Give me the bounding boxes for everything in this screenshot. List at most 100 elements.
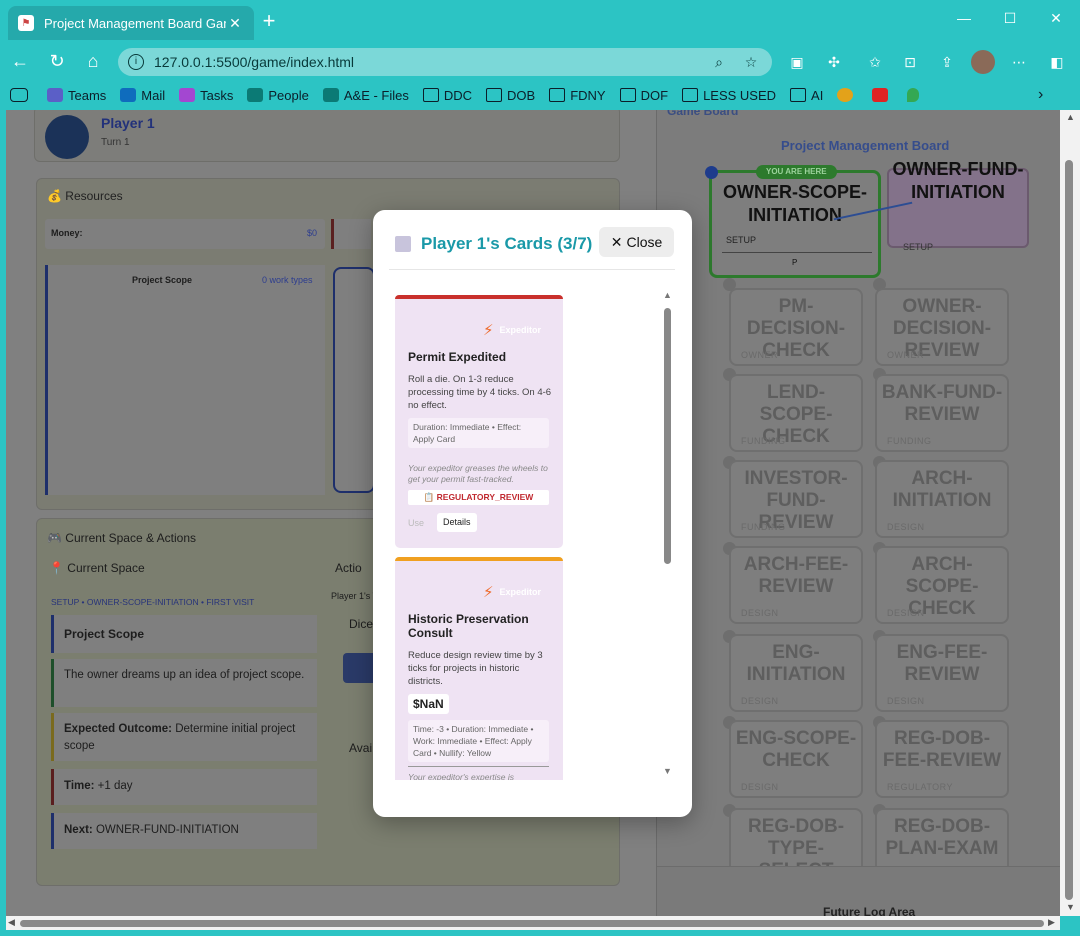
tab-close-icon[interactable]: ✕ [226,15,244,32]
bookmark-dob[interactable]: DOB [486,88,535,103]
board-space[interactable]: BANK-FUND-REVIEW FUNDING [875,374,1009,452]
favorite-star-icon[interactable]: ☆ [740,54,762,71]
cards-scrollbar[interactable]: ▲ ▼ [663,290,673,780]
board-space[interactable]: ARCH-FEE-REVIEW DESIGN [729,546,863,624]
future-log-label: Future Log Area [823,905,916,916]
space-item-outcome: Expected Outcome: Determine initial proj… [51,713,317,761]
share-icon[interactable]: ⇪ [936,52,958,72]
board-title: Project Management Board [781,138,950,153]
bookmark-dof[interactable]: DOF [619,88,668,103]
url-text: 127.0.0.1:5500/game/index.html [154,54,355,70]
bookmark-tasks[interactable]: Tasks [179,88,233,103]
board-space[interactable]: REG-DOB-FEE-REVIEW REGULATORY [875,720,1009,798]
new-tab-icon[interactable]: + [258,10,280,32]
board-space[interactable]: ENG-SCOPE-CHECK DESIGN [729,720,863,798]
bookmark-mail[interactable]: Mail [120,88,165,103]
folder-icon [682,88,699,102]
extension-shield-icon[interactable]: ▣ [786,52,808,72]
bookmark-youtube[interactable] [872,88,893,102]
use-button[interactable]: Use [408,518,424,528]
details-button[interactable]: Details [437,513,477,532]
card-name: Historic Preservation Consult [408,612,529,640]
more-menu-icon[interactable]: ⋯ [1008,52,1030,72]
card-name: Permit Expedited [408,350,507,364]
cards-list: ⚡ Expeditor Permit Expedited Roll a die. … [389,290,675,780]
bookmark-fdny[interactable]: FDNY [549,88,606,103]
board-space[interactable]: OWNER-DECISION-REVIEW OWNER [875,288,1009,366]
space-item-next: Next: OWNER-FUND-INITIATION [51,813,317,849]
current-space-section-title: 🎮 Current Space & Actions [47,531,197,545]
space-owner-scope-initiation[interactable]: YOU ARE HERE OWNER-SCOPE-INITIATION SETU… [709,165,881,278]
board-space[interactable]: ENG-FEE-REVIEW DESIGN [875,634,1009,712]
card-meta: Time: -3 • Duration: Immediate • Work: I… [408,720,549,762]
page-scroll-thumb[interactable] [1065,160,1073,900]
favorites-icon[interactable]: ✩ [864,52,886,72]
space-owner-fund-initiation[interactable]: OWNER-FUND-INITIATION SETUP [887,159,1029,252]
time-row [331,219,371,249]
lightning-icon: ⚡ [482,584,494,601]
bookmark-ai[interactable]: AI [790,88,823,103]
player-avatar [45,115,89,159]
space-item-time: Time: +1 day [51,769,317,805]
youtube-icon [872,88,889,102]
profile-avatar[interactable] [971,50,995,74]
maximize-icon[interactable]: ☐ [998,10,1022,27]
sharepoint-icon [322,88,339,102]
modal-divider [389,269,675,270]
board-space[interactable]: ARCH-INITIATION DESIGN [875,460,1009,538]
cards-scroll-thumb[interactable] [664,308,671,564]
extensions-icon[interactable]: ✣ [823,52,845,72]
bookmark-ddc[interactable]: DDC [422,88,472,103]
card-color-bar [395,557,563,561]
sidebar-toggle-icon[interactable]: ◧ [1046,52,1068,72]
card-permit-expedited[interactable]: ⚡ Expeditor Permit Expedited Roll a die. … [395,295,563,548]
dice-label: Dice [349,617,374,631]
browser-tab-bar: ⚑ Project Management Board Game ✕ + — ☐ … [0,0,1080,44]
player-turn: Turn 1 [101,137,130,148]
reload-icon[interactable]: ↻ [45,50,69,74]
modal-title: Player 1's Cards (3/7) [421,234,593,253]
board-space[interactable]: ARCH-SCOPE-CHECK DESIGN [875,546,1009,624]
bookmark-ae-files[interactable]: A&E - Files [322,88,409,103]
card-meta: Duration: Immediate • Effect: Apply Card [408,418,549,448]
money-row: Money: $0 [45,219,325,249]
zoom-icon[interactable]: ⌕ [708,54,730,71]
player-cards-modal: Player 1's Cards (3/7) ✕ Close ⚡ Expedito… [373,210,692,817]
browser-tab[interactable]: ⚑ Project Management Board Game ✕ [8,6,254,40]
url-input[interactable]: i 127.0.0.1:5500/game/index.html ⌕ ☆ [118,48,772,76]
actions-heading: Actio [335,561,362,575]
bookmarks-more-icon[interactable]: › [1038,86,1043,104]
bookmark-people[interactable]: People [247,88,309,103]
folder-icon [422,88,439,102]
board-space[interactable]: INVESTOR-FUND-REVIEW FUNDING [729,460,863,538]
teams-icon [47,88,63,102]
site-info-icon[interactable]: i [128,54,144,70]
page-vertical-scrollbar[interactable]: ▲ ▼ [1060,110,1080,916]
bookmark-extra-1[interactable] [837,88,858,102]
bookmark-teams[interactable]: Teams [47,88,106,103]
minimize-icon[interactable]: — [952,10,976,26]
page-hscroll-thumb[interactable] [20,920,1044,927]
card-flavor: Your expeditor's expertise is [408,772,515,780]
back-icon[interactable]: ← [8,50,32,74]
tab-favicon-icon: ⚑ [18,15,34,31]
home-icon[interactable]: ⌂ [81,50,105,74]
space-dot [705,166,718,179]
pinwheel-icon [837,88,854,102]
close-button[interactable]: ✕ Close [599,227,674,257]
cards-icon [395,236,411,252]
player-name: Player 1 [101,115,155,131]
resources-title: 💰 Resources [47,189,123,203]
board-space[interactable]: LEND-SCOPE-CHECK FUNDING [729,374,863,452]
bookmark-collections-icon[interactable] [10,88,33,102]
page-horizontal-scrollbar[interactable]: ◀ ▶ [6,916,1060,930]
board-space[interactable]: PM-DECISION-CHECK OWNER [729,288,863,366]
bookmarks-bar: Teams Mail Tasks People A&E - Files DDC … [0,80,1080,110]
board-space[interactable]: ENG-INITIATION DESIGN [729,634,863,712]
window-close-icon[interactable]: ✕ [1044,10,1068,27]
bookmark-less-used[interactable]: LESS USED [682,88,776,103]
bookmark-maps[interactable] [907,88,924,102]
card-historic-preservation-consult[interactable]: ⚡ Expeditor Historic Preservation Consult… [395,557,563,780]
player-token: P [792,258,798,267]
screenshot-icon[interactable]: ⊡ [899,52,921,72]
